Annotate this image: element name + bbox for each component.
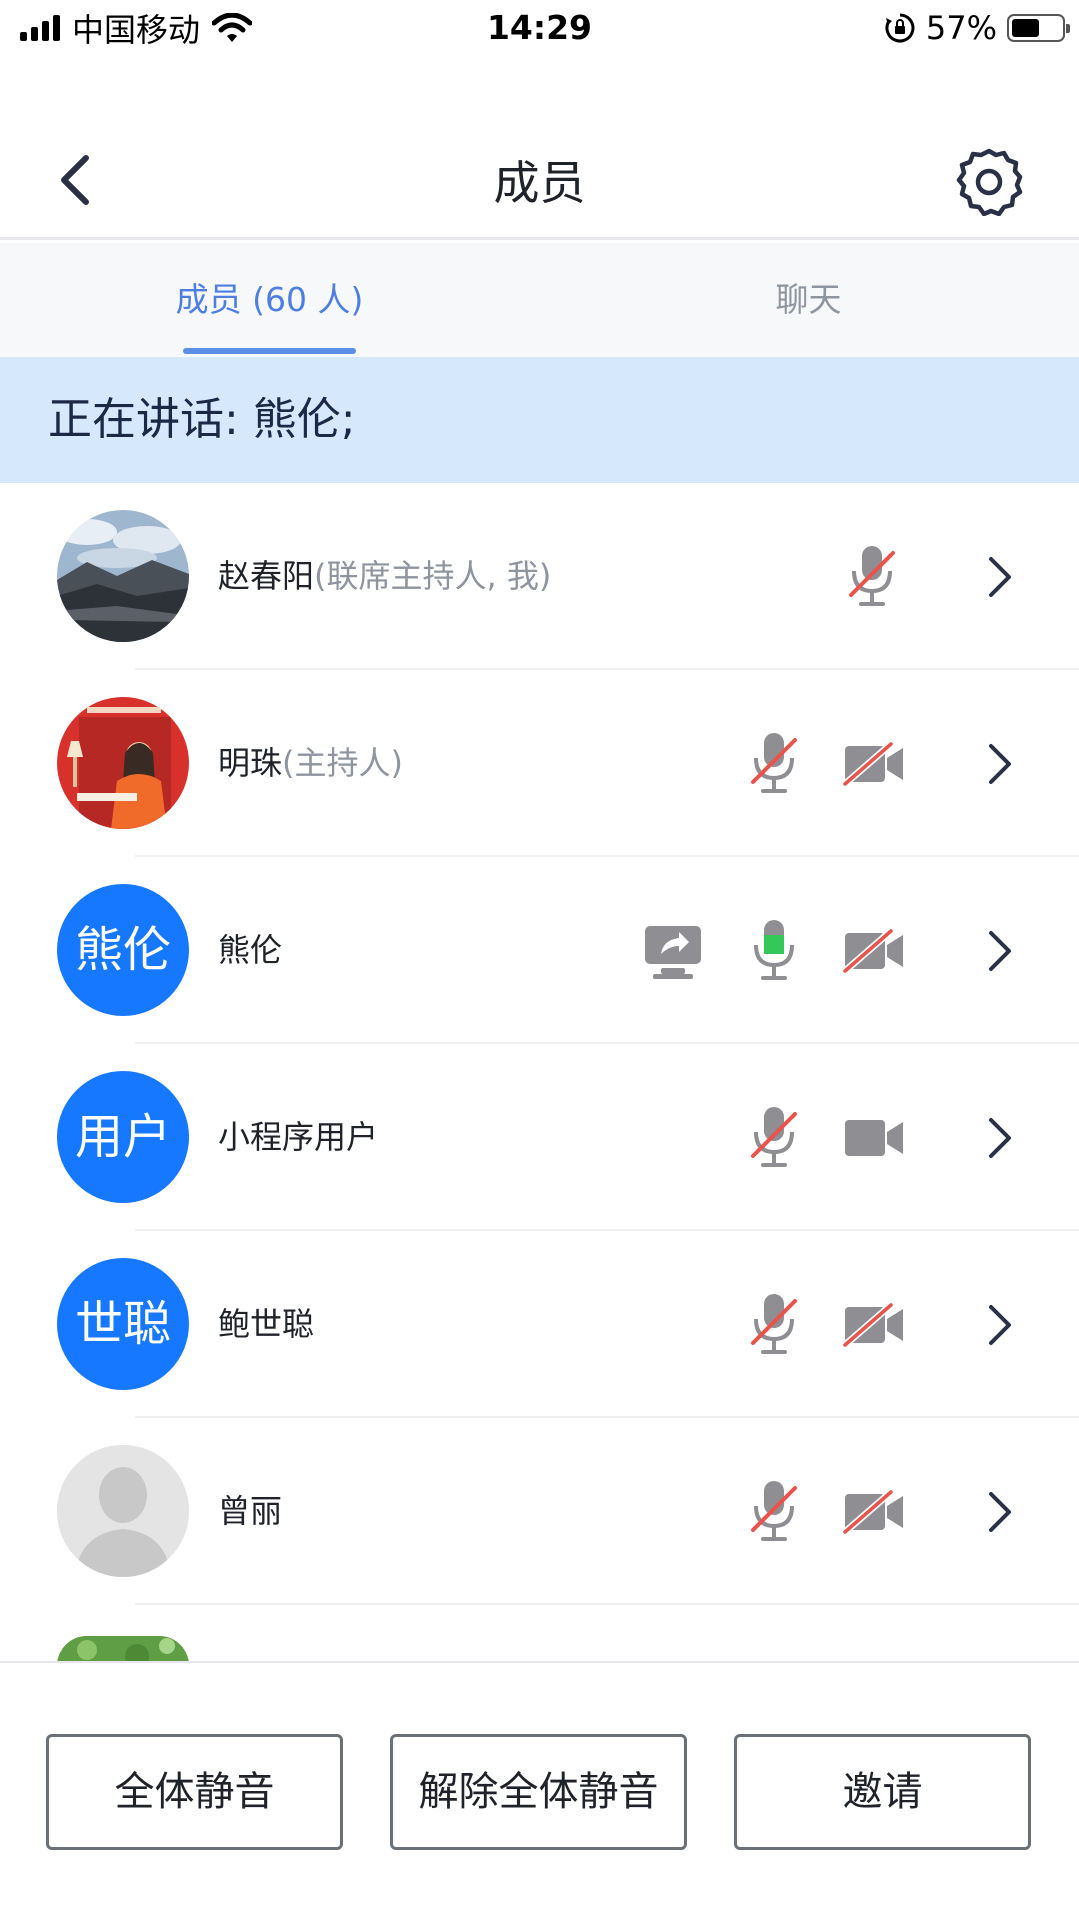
member-name-line: 赵春阳(联席主持人, 我) bbox=[218, 483, 551, 670]
camera-on-icon[interactable] bbox=[843, 1116, 905, 1160]
member-name: 明珠 bbox=[218, 744, 283, 782]
navigation-bar: 成员 bbox=[0, 120, 1079, 240]
member-name: 小程序用户 bbox=[218, 1118, 379, 1156]
mic-muted-icon[interactable] bbox=[847, 543, 897, 609]
member-name-line: 鲍世聪 bbox=[218, 1231, 314, 1418]
orientation-lock-icon bbox=[885, 13, 915, 43]
avatar: 熊伦 bbox=[57, 884, 189, 1016]
status-bar-right: 57% bbox=[884, 8, 1070, 48]
avatar bbox=[57, 1445, 189, 1577]
speaking-banner: 正在讲话: 熊伦; bbox=[0, 357, 1079, 483]
speaking-text: 正在讲话: 熊伦; bbox=[48, 394, 356, 445]
camera-off-icon[interactable] bbox=[843, 1303, 905, 1347]
mic-muted-icon[interactable] bbox=[749, 1478, 799, 1544]
active-tab-indicator bbox=[183, 348, 356, 354]
row-divider bbox=[135, 1603, 1079, 1605]
landscape-avatar-image bbox=[57, 510, 189, 642]
chevron-right-icon[interactable] bbox=[985, 742, 1015, 786]
chevron-right-icon[interactable] bbox=[985, 929, 1015, 973]
member-row[interactable]: 明珠(主持人) bbox=[0, 670, 1079, 857]
member-name: 赵春阳 bbox=[218, 557, 315, 595]
mic-muted-icon[interactable] bbox=[749, 1104, 799, 1170]
illustration-avatar-image bbox=[57, 697, 189, 829]
avatar bbox=[57, 510, 189, 642]
tab-chat[interactable]: 聊天 bbox=[539, 243, 1078, 357]
gear-icon[interactable] bbox=[954, 146, 1024, 216]
battery-percentage: 57% bbox=[925, 9, 997, 47]
member-name: 曾丽 bbox=[218, 1492, 283, 1530]
mic-speaking-icon[interactable] bbox=[749, 917, 799, 983]
battery-icon bbox=[1007, 14, 1070, 42]
camera-off-icon[interactable] bbox=[843, 742, 905, 786]
status-bar: 中国移动 14:29 57% bbox=[0, 0, 1079, 60]
chevron-right-icon[interactable] bbox=[985, 1303, 1015, 1347]
member-role: (主持人) bbox=[282, 744, 403, 782]
avatar: 用户 bbox=[57, 1071, 189, 1203]
member-list: 赵春阳(联席主持人, 我) 明珠(主持人) 熊伦 熊伦 用户 小程序用户 世聪 … bbox=[0, 483, 1079, 1661]
chevron-right-icon[interactable] bbox=[985, 1116, 1015, 1160]
mute-all-button[interactable]: 全体静音 bbox=[46, 1734, 343, 1850]
tab-bar: 成员 (60 人) 聊天 bbox=[0, 243, 1079, 357]
member-name: 熊伦 bbox=[218, 931, 283, 969]
member-row[interactable]: 世聪 鲍世聪 bbox=[0, 1231, 1079, 1418]
bottom-action-bar: 全体静音 解除全体静音 邀请 bbox=[0, 1661, 1079, 1920]
mic-muted-icon[interactable] bbox=[749, 730, 799, 796]
unmute-all-button[interactable]: 解除全体静音 bbox=[390, 1734, 687, 1850]
tab-members[interactable]: 成员 (60 人) bbox=[0, 243, 539, 357]
member-name-line: 明珠(主持人) bbox=[218, 670, 403, 857]
mic-muted-icon[interactable] bbox=[749, 1291, 799, 1357]
member-row[interactable]: 赵春阳(联席主持人, 我) bbox=[0, 483, 1079, 670]
chevron-right-icon[interactable] bbox=[985, 1490, 1015, 1534]
member-name-line: 熊伦 bbox=[218, 857, 282, 1044]
chevron-right-icon[interactable] bbox=[985, 555, 1015, 599]
camera-off-icon[interactable] bbox=[843, 1490, 905, 1534]
avatar: 世聪 bbox=[57, 1258, 189, 1390]
member-role: (联席主持人, 我) bbox=[314, 557, 552, 595]
member-row[interactable]: 用户 小程序用户 bbox=[0, 1044, 1079, 1231]
invite-button[interactable]: 邀请 bbox=[734, 1734, 1031, 1850]
member-row[interactable]: 曾丽 bbox=[0, 1418, 1079, 1605]
screen-share-icon[interactable] bbox=[643, 922, 703, 982]
member-name: 鲍世聪 bbox=[218, 1305, 315, 1343]
avatar bbox=[57, 697, 189, 829]
default-person-icon bbox=[57, 1445, 189, 1577]
camera-off-icon[interactable] bbox=[843, 929, 905, 973]
member-row[interactable]: 熊伦 熊伦 bbox=[0, 857, 1079, 1044]
member-name-line: 小程序用户 bbox=[218, 1044, 378, 1231]
member-name-line: 曾丽 bbox=[218, 1418, 282, 1605]
page-title: 成员 bbox=[493, 156, 586, 210]
